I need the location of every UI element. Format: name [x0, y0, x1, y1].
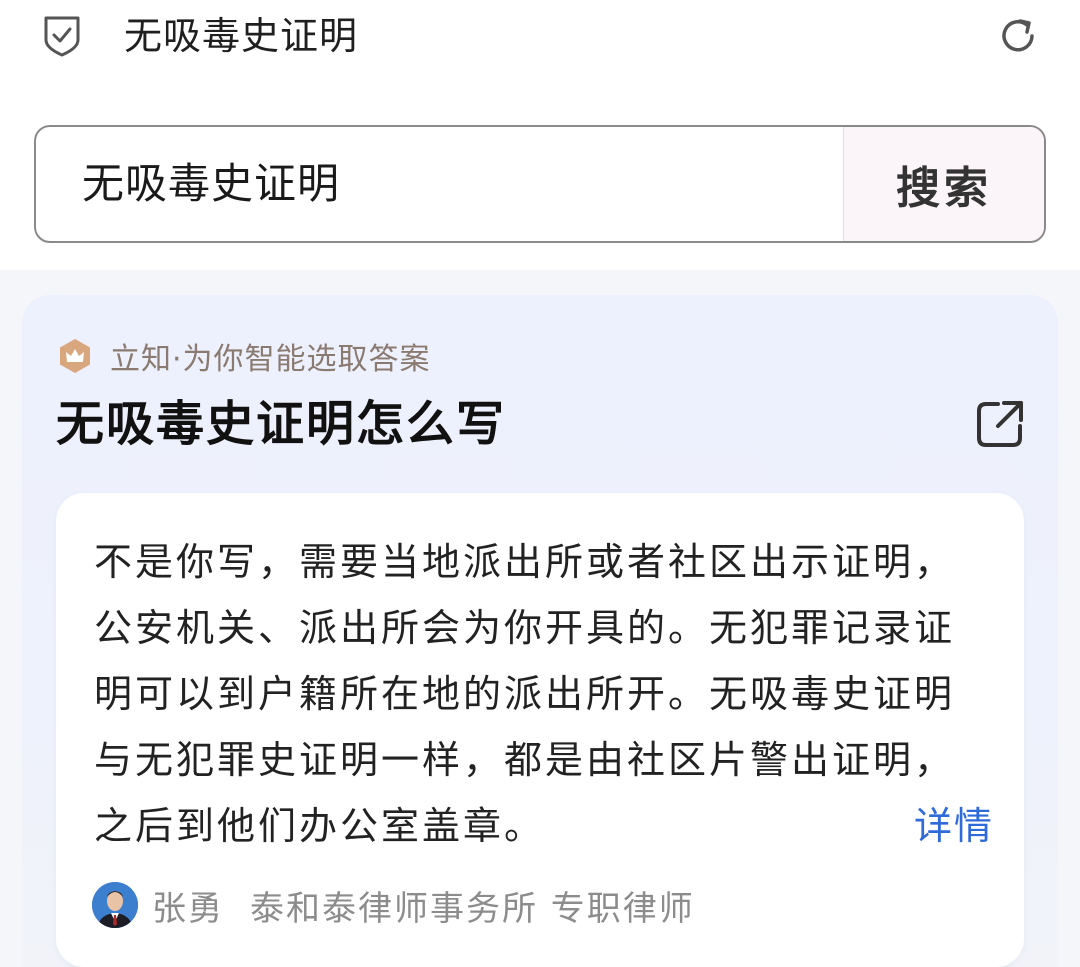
author-organization: 泰和泰律师事务所 专职律师: [250, 888, 695, 929]
page-title: 无吸毒史证明: [124, 14, 359, 58]
detail-link[interactable]: 详情: [914, 793, 994, 859]
search-button[interactable]: 搜索: [843, 127, 1044, 241]
avatar: [92, 882, 138, 928]
crown-icon: [60, 339, 90, 373]
source-label: 立知·为你智能选取答案: [110, 342, 431, 377]
shield-check-icon[interactable]: [42, 14, 82, 58]
author-info[interactable]: 张勇 泰和泰律师事务所 专职律师: [92, 881, 695, 929]
answer-source: 立知·为你智能选取答案: [56, 334, 431, 378]
search-bar: 无吸毒史证明 搜索: [34, 125, 1046, 243]
answer-card[interactable]: 不是你写，需要当地派出所或者社区出示证明，公安机关、派出所会为你开具的。无犯罪记…: [56, 493, 1024, 967]
refresh-icon[interactable]: [996, 14, 1040, 58]
search-input[interactable]: 无吸毒史证明: [82, 127, 340, 241]
author-name: 张勇: [152, 888, 224, 929]
question-title[interactable]: 无吸毒史证明怎么写: [56, 392, 506, 456]
external-link-icon[interactable]: [974, 398, 1026, 450]
answer-text: 不是你写，需要当地派出所或者社区出示证明，公安机关、派出所会为你开具的。无犯罪记…: [94, 540, 956, 848]
top-bar: 无吸毒史证明: [0, 0, 1080, 80]
